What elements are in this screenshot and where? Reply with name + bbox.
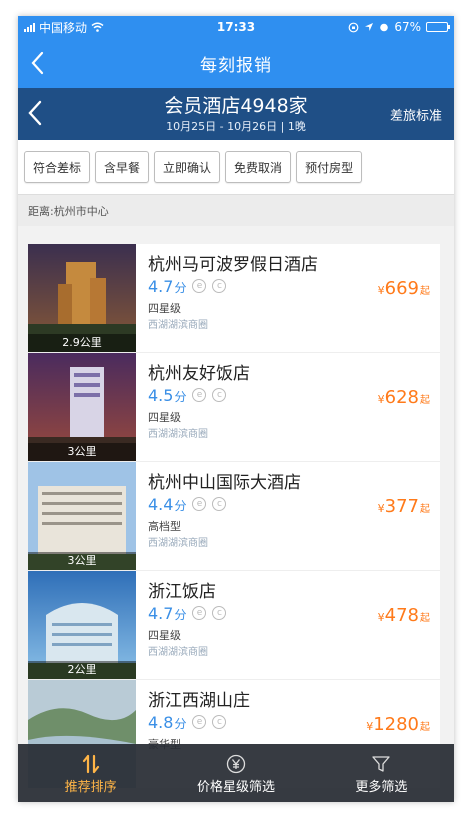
hotel-photo: 3公里	[28, 353, 136, 461]
hotel-info: 杭州中山国际大酒店 4.4分 e c 高档型 西湖湖滨商圈 ¥377 起	[136, 462, 440, 570]
wifi-icon	[91, 22, 104, 32]
status-right: 67%	[348, 20, 450, 34]
filter-icon	[371, 752, 391, 776]
eco-icon: e	[192, 606, 207, 620]
hotel-area: 西湖湖滨商圈	[148, 538, 208, 549]
hotel-score: 4.7分	[148, 276, 187, 296]
hotel-name: 浙江西湖山庄	[148, 691, 250, 711]
hotel-name: 杭州友好饭店	[148, 364, 250, 384]
hotel-name: 杭州中山国际大酒店	[148, 473, 301, 493]
hotel-area: 西湖湖滨商圈	[148, 429, 208, 440]
hotel-list-item[interactable]: 3公里 杭州中山国际大酒店 4.4分 e c 高档型 西湖湖滨商圈 ¥377 起	[28, 462, 440, 571]
filter-tag[interactable]: 立即确认	[154, 151, 221, 183]
location-icon	[365, 23, 374, 31]
filter-tag[interactable]: 含早餐	[95, 151, 150, 183]
hotel-list-item[interactable]: 2公里 浙江饭店 4.7分 e c 四星级 西湖湖滨商圈 ¥478 起	[28, 571, 440, 680]
battery-icon	[426, 22, 450, 32]
tab-label: 更多筛选	[355, 779, 408, 795]
hotel-star: 高档型	[148, 520, 181, 533]
rotation-lock-icon	[348, 22, 359, 32]
nav-bar: 每刻报销	[18, 38, 454, 88]
hotel-score: 4.8分	[148, 712, 187, 732]
hotel-info: 杭州马可波罗假日酒店 4.7分 e c 四星级 西湖湖滨商圈 ¥669 起	[136, 244, 440, 352]
hotel-star: 四星级	[148, 302, 181, 315]
tab-label: 推荐排序	[64, 779, 117, 795]
hotel-photo: 2公里	[28, 571, 136, 679]
carrier-label: 中国移动	[39, 20, 88, 35]
hotel-price: ¥628 起	[377, 387, 430, 408]
hotel-photo: 2.9公里	[28, 244, 136, 352]
tab-price-star-filter[interactable]: 价格星级筛选	[163, 744, 308, 802]
hotel-list: 2.9公里 杭州马可波罗假日酒店 4.7分 e c 四星级 西湖湖滨商圈 ¥66…	[28, 244, 440, 789]
hotel-price: ¥377 起	[377, 496, 430, 517]
hotel-distance: 3公里	[28, 552, 136, 570]
hotel-star: 四星级	[148, 629, 181, 642]
hotel-info: 杭州友好饭店 4.5分 e c 四星级 西湖湖滨商圈 ¥628 起	[136, 353, 440, 461]
hotel-photo: 3公里	[28, 462, 136, 570]
hotel-price: ¥1280 起	[366, 714, 430, 735]
search-header: 会员酒店4948家 10月25日 - 10月26日 | 1晚 差旅标准	[18, 88, 454, 140]
eco-icon: e	[192, 388, 207, 402]
back-icon[interactable]	[28, 50, 48, 76]
hotel-name: 浙江饭店	[148, 582, 216, 602]
coupon-icon: c	[212, 388, 227, 402]
status-bar: 中国移动 17:33 67%	[18, 16, 454, 38]
hotel-score: 4.4分	[148, 494, 187, 514]
tab-recommended-sort[interactable]: 推荐排序	[18, 744, 163, 802]
hotel-list-item[interactable]: 3公里 杭州友好饭店 4.5分 e c 四星级 西湖湖滨商圈 ¥628 起	[28, 353, 440, 462]
coupon-icon: c	[212, 279, 227, 293]
battery-percent: 67%	[394, 20, 421, 34]
hotel-distance: 2公里	[28, 661, 136, 679]
hotel-distance: 3公里	[28, 443, 136, 461]
filter-tags: 符合差标 含早餐 立即确认 免费取消 预付房型	[18, 140, 454, 194]
filter-tag[interactable]: 预付房型	[296, 151, 363, 183]
yuan-icon	[226, 752, 246, 776]
distance-label: 距离:杭州市中心	[18, 194, 454, 226]
filter-tag[interactable]: 符合差标	[24, 151, 91, 183]
hotel-area: 西湖湖滨商圈	[148, 320, 208, 331]
hotel-score: 4.5分	[148, 385, 187, 405]
nav-title: 每刻报销	[200, 55, 272, 76]
tab-label: 价格星级筛选	[196, 779, 275, 795]
hotel-name: 杭州马可波罗假日酒店	[148, 255, 318, 275]
alarm-icon	[380, 23, 389, 32]
status-left: 中国移动	[24, 19, 104, 36]
eco-icon: e	[192, 715, 207, 729]
signal-icon	[24, 22, 35, 32]
hotel-price: ¥478 起	[377, 605, 430, 626]
tab-more-filters[interactable]: 更多筛选	[309, 744, 454, 802]
hotel-area: 西湖湖滨商圈	[148, 647, 208, 658]
search-dates[interactable]: 10月25日 - 10月26日 | 1晚	[18, 118, 454, 134]
coupon-icon: c	[212, 715, 227, 729]
hotel-distance: 2.9公里	[28, 334, 136, 352]
sort-icon	[81, 752, 101, 776]
phone-screen: 中国移动 17:33 67% 每刻报销 会员酒店4948家 10月25日 - 1…	[18, 16, 454, 802]
coupon-icon: c	[212, 606, 227, 620]
hotel-price: ¥669 起	[377, 278, 430, 299]
hotel-score: 4.7分	[148, 603, 187, 623]
eco-icon: e	[192, 497, 207, 511]
filter-tag[interactable]: 免费取消	[225, 151, 292, 183]
coupon-icon: c	[212, 497, 227, 511]
travel-policy-link[interactable]: 差旅标准	[390, 105, 442, 124]
hotel-list-item[interactable]: 2.9公里 杭州马可波罗假日酒店 4.7分 e c 四星级 西湖湖滨商圈 ¥66…	[28, 244, 440, 353]
bottom-toolbar: 推荐排序 价格星级筛选 更多筛选	[18, 744, 454, 802]
eco-icon: e	[192, 279, 207, 293]
hotel-star: 四星级	[148, 411, 181, 424]
hotel-info: 浙江饭店 4.7分 e c 四星级 西湖湖滨商圈 ¥478 起	[136, 571, 440, 679]
search-title: 会员酒店4948家	[164, 95, 308, 117]
